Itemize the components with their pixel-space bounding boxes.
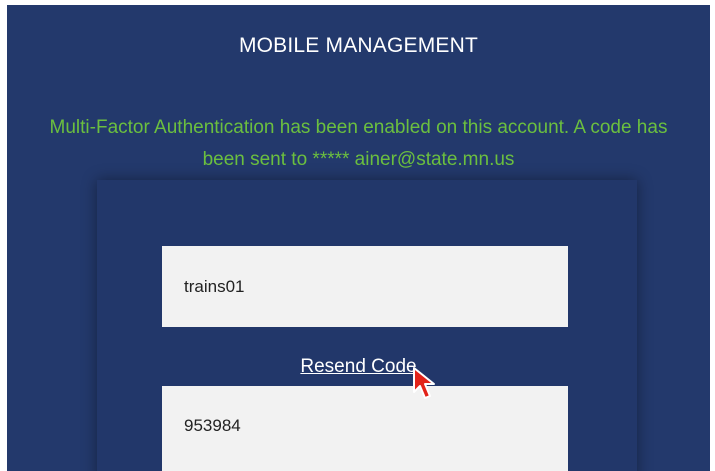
mfa-message: Multi-Factor Authentication has been ena… <box>49 117 668 170</box>
username-value: trains01 <box>184 276 245 296</box>
page-title: MOBILE MANAGEMENT <box>238 34 479 57</box>
app-frame: MOBILE MANAGEMENT Multi-Factor Authentic… <box>7 5 710 471</box>
code-value: 953984 <box>184 416 241 435</box>
mouse-pointer-icon <box>413 367 435 399</box>
username-field[interactable]: trains01 <box>162 246 568 327</box>
resend-code-link[interactable]: Resend Code <box>7 356 710 378</box>
code-field[interactable]: 953984 <box>162 386 568 471</box>
